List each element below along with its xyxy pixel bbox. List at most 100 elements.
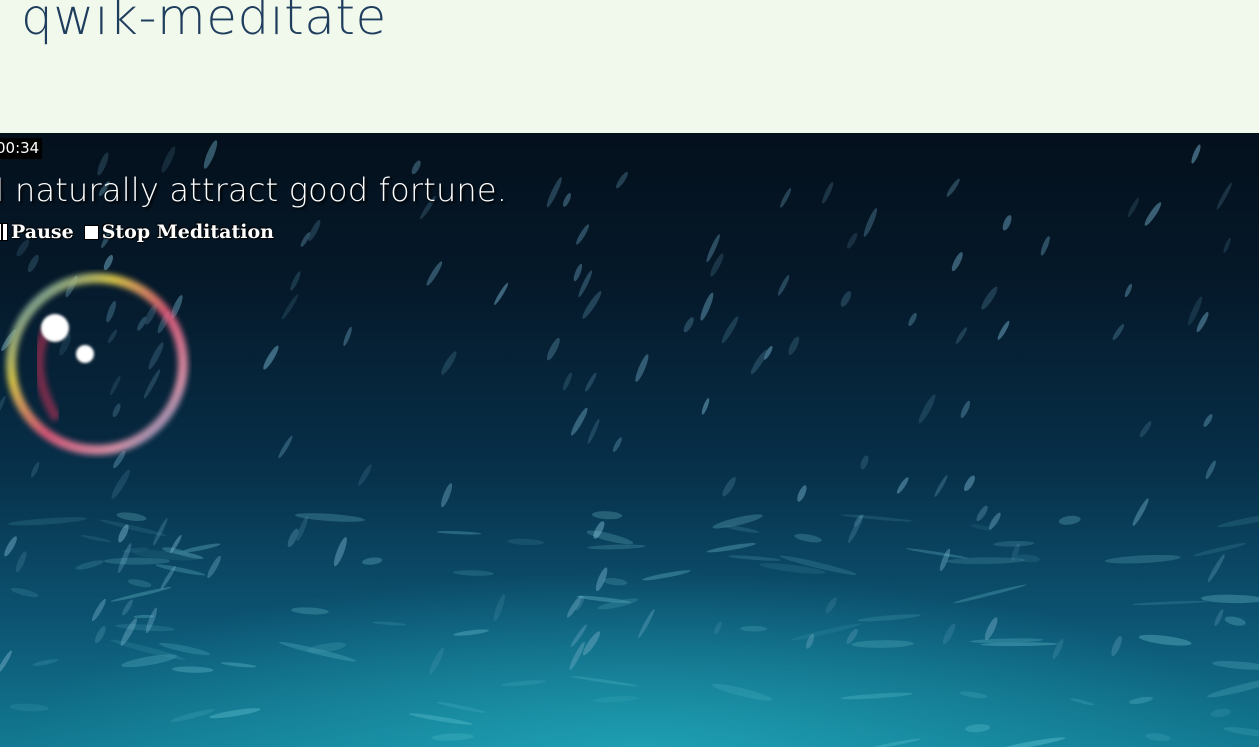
caustic-highlight xyxy=(99,519,167,536)
fish-shape xyxy=(825,597,837,614)
fish-shape xyxy=(1139,421,1152,438)
caustic-highlight xyxy=(946,557,1026,565)
fish-shape xyxy=(997,320,1010,340)
caustic-highlight xyxy=(121,654,178,668)
caustic-highlight xyxy=(1129,696,1153,704)
caustic-highlight xyxy=(728,555,781,561)
caustic-highlight xyxy=(431,733,474,741)
fish-shape xyxy=(4,536,17,557)
fish-shape xyxy=(721,316,739,344)
caustic-highlight xyxy=(1210,708,1231,718)
fish-shape xyxy=(546,177,562,208)
caustic-highlight xyxy=(9,703,49,712)
fish-shape xyxy=(984,617,998,641)
fish-shape xyxy=(358,464,372,486)
fish-shape xyxy=(582,291,602,319)
fish-shape xyxy=(1127,197,1140,218)
fish-shape xyxy=(263,345,279,370)
fish-shape xyxy=(612,437,622,452)
fish-shape xyxy=(1191,144,1201,164)
fish-shape xyxy=(683,317,694,333)
fish-shape xyxy=(441,351,457,375)
affirmation-text: I naturally attract good fortune. xyxy=(0,171,508,209)
fish-shape xyxy=(1112,324,1125,341)
fish-shape xyxy=(981,286,998,310)
fish-shape xyxy=(1132,498,1149,526)
fish-shape xyxy=(976,505,988,522)
caustic-highlight xyxy=(1104,554,1181,564)
caustic-highlight xyxy=(436,531,482,535)
fish-shape xyxy=(840,291,852,307)
fish-shape xyxy=(863,208,878,237)
caustic-highlight xyxy=(1200,594,1259,604)
caustic-highlight xyxy=(170,709,216,722)
session-controls: Pause Stop Meditation xyxy=(0,221,274,243)
caustic-highlight xyxy=(10,587,39,598)
caustic-highlight xyxy=(408,713,473,725)
fish-shape xyxy=(960,400,971,419)
caustic-highlight xyxy=(1070,698,1095,706)
stop-meditation-button[interactable]: Stop Meditation xyxy=(83,221,274,243)
breathing-bubble-icon xyxy=(6,273,188,455)
caustic-highlight xyxy=(1207,677,1259,698)
caustic-highlight xyxy=(507,538,544,546)
fish-shape xyxy=(1216,182,1232,210)
fish-shape xyxy=(713,621,722,635)
caustic-highlight xyxy=(209,708,261,719)
caustic-highlight xyxy=(172,666,214,673)
fish-shape xyxy=(1223,237,1231,253)
fish-shape xyxy=(1124,283,1132,298)
fish-shape xyxy=(95,626,106,644)
fish-shape xyxy=(955,327,968,344)
caustic-highlight xyxy=(1058,515,1081,525)
caustic-highlight xyxy=(593,696,639,703)
caustic-highlight xyxy=(75,560,104,570)
caustic-highlight xyxy=(1193,543,1246,557)
caustic-highlight xyxy=(965,724,991,733)
fish-shape xyxy=(111,469,130,499)
fish-shape xyxy=(290,271,301,291)
fish-shape xyxy=(161,146,176,173)
caustic-highlight xyxy=(1212,661,1259,670)
fish-shape xyxy=(570,624,587,647)
fish-shape xyxy=(638,608,655,639)
caustic-highlight xyxy=(603,577,628,586)
caustic-highlight xyxy=(32,659,59,666)
fish-shape xyxy=(426,261,443,286)
fish-shape xyxy=(1205,460,1216,480)
caustic-highlight xyxy=(740,625,768,632)
fish-shape xyxy=(569,641,585,671)
caustic-highlight xyxy=(905,548,969,559)
fish-shape xyxy=(701,398,710,415)
pause-icon xyxy=(0,224,9,240)
light-caustics xyxy=(8,511,1259,747)
session-timer: 00:34 xyxy=(0,138,43,159)
caustic-highlight xyxy=(1217,513,1259,528)
fish-shape xyxy=(493,594,506,622)
caustic-highlight xyxy=(453,570,494,576)
fish-shape xyxy=(860,455,869,470)
caustic-highlight xyxy=(110,586,172,602)
fish-shape xyxy=(1203,414,1213,427)
fish-shape xyxy=(1040,236,1050,256)
fish-shape xyxy=(281,294,299,320)
caustic-highlight xyxy=(372,621,407,626)
fish-shape xyxy=(546,337,560,361)
app-title: qwik-meditate xyxy=(21,0,387,46)
fish-shape xyxy=(822,181,834,204)
fish-shape xyxy=(0,650,12,674)
fish-shape xyxy=(576,224,590,245)
fish-shape xyxy=(722,476,736,497)
fish-shape xyxy=(1207,554,1225,583)
caustic-highlight xyxy=(1132,600,1209,606)
caustic-highlight xyxy=(857,614,921,622)
pause-button[interactable]: Pause xyxy=(0,221,74,243)
pause-label: Pause xyxy=(11,221,74,243)
caustic-highlight xyxy=(712,683,773,701)
stop-icon xyxy=(83,224,99,240)
caustic-highlight xyxy=(8,517,87,526)
fish-shape xyxy=(918,394,936,424)
fish-shape xyxy=(571,407,588,436)
caustic-highlight xyxy=(840,514,914,522)
fish-shape xyxy=(30,461,40,478)
